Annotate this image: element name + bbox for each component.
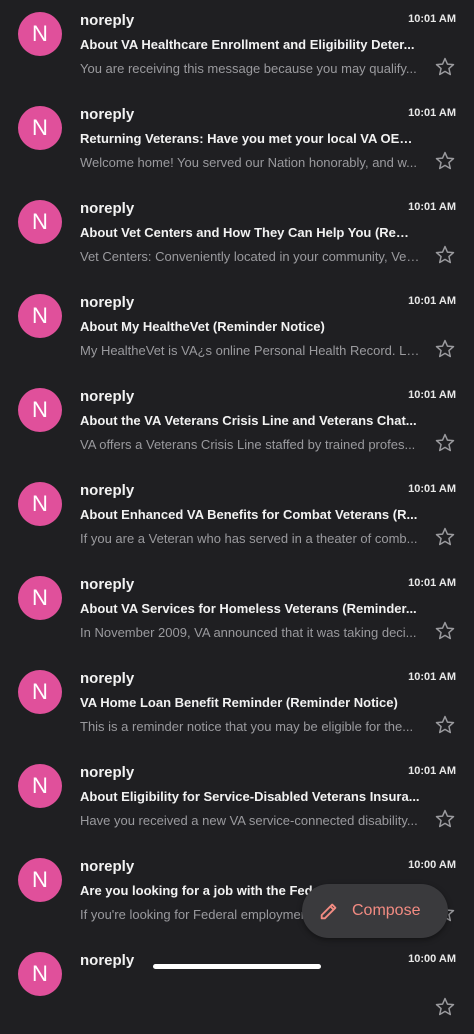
email-row[interactable]: Nnoreply 10:01 AM VA Home Loan Benefit Rem… xyxy=(0,658,474,752)
email-snippet: Welcome home! You served our Nation hono… xyxy=(80,155,417,170)
avatar[interactable]: N xyxy=(18,576,62,620)
star-outline-icon[interactable] xyxy=(434,432,456,454)
email-snippet: My HealtheVet is VA¿s online Personal He… xyxy=(80,343,420,358)
compose-label: Compose xyxy=(352,902,421,919)
star-outline-icon[interactable] xyxy=(434,620,456,642)
sender-name: noreply xyxy=(80,12,135,29)
email-time: 10:01 AM xyxy=(408,201,456,213)
avatar[interactable]: N xyxy=(18,388,62,432)
email-row[interactable]: Nnoreply 10:01 AM About Vet Centers and Ho… xyxy=(0,188,474,282)
email-snippet: In November 2009, VA announced that it w… xyxy=(80,625,417,640)
email-subject: About My HealtheVet (Reminder Notice) xyxy=(80,319,325,334)
email-row[interactable]: Nnoreply 10:01 AM About My HealtheVet (Rem… xyxy=(0,282,474,376)
email-subject: Returning Veterans: Have you met your lo… xyxy=(80,131,420,146)
email-snippet: You are receiving this message because y… xyxy=(80,61,417,76)
star-outline-icon[interactable] xyxy=(434,244,456,266)
email-snippet: Vet Centers: Conveniently located in you… xyxy=(80,249,420,264)
email-snippet: Have you received a new VA service-conne… xyxy=(80,813,418,828)
star-outline-icon[interactable] xyxy=(434,714,456,736)
avatar[interactable]: N xyxy=(18,106,62,150)
sender-name: noreply xyxy=(80,482,135,499)
avatar[interactable]: N xyxy=(18,952,62,996)
email-snippet: This is a reminder notice that you may b… xyxy=(80,719,414,734)
email-time: 10:01 AM xyxy=(408,13,456,25)
email-subject: About VA Healthcare Enrollment and Eligi… xyxy=(80,37,415,52)
sender-name: noreply xyxy=(80,764,135,781)
email-row[interactable]: Nnoreply 10:01 AM About Enhanced VA Benefi… xyxy=(0,470,474,564)
avatar[interactable]: N xyxy=(18,482,62,526)
sender-name: noreply xyxy=(80,106,135,123)
email-row[interactable]: Nnoreply 10:01 AM Returning Veterans: Have… xyxy=(0,94,474,188)
star-outline-icon[interactable] xyxy=(434,526,456,548)
star-outline-icon[interactable] xyxy=(434,808,456,830)
sender-name: noreply xyxy=(80,858,135,875)
avatar[interactable]: N xyxy=(18,294,62,338)
star-outline-icon[interactable] xyxy=(434,338,456,360)
sender-name: noreply xyxy=(80,294,135,311)
email-time: 10:01 AM xyxy=(408,577,456,589)
avatar[interactable]: N xyxy=(18,670,62,714)
sender-name: noreply xyxy=(80,388,135,405)
email-row[interactable]: Nnoreply 10:01 AM About VA Healthcare Enro… xyxy=(0,0,474,94)
pencil-icon xyxy=(318,900,340,922)
email-row[interactable]: Nnoreply 10:00 AM xyxy=(0,940,474,1034)
compose-button[interactable]: Compose xyxy=(302,884,448,938)
email-time: 10:01 AM xyxy=(408,671,456,683)
email-time: 10:01 AM xyxy=(408,389,456,401)
email-row[interactable]: Nnoreply 10:01 AM About VA Services for Ho… xyxy=(0,564,474,658)
home-indicator[interactable] xyxy=(153,964,321,969)
email-subject: About Enhanced VA Benefits for Combat Ve… xyxy=(80,507,418,522)
email-subject: VA Home Loan Benefit Reminder (Reminder … xyxy=(80,695,398,710)
email-time: 10:01 AM xyxy=(408,483,456,495)
email-row[interactable]: Nnoreply 10:01 AM About Eligibility for Se… xyxy=(0,752,474,846)
star-outline-icon[interactable] xyxy=(434,56,456,78)
email-subject: About VA Services for Homeless Veterans … xyxy=(80,601,417,616)
email-time: 10:01 AM xyxy=(408,295,456,307)
email-time: 10:01 AM xyxy=(408,765,456,777)
avatar[interactable]: N xyxy=(18,12,62,56)
email-snippet: If you are a Veteran who has served in a… xyxy=(80,531,418,546)
email-time: 10:00 AM xyxy=(408,953,456,965)
avatar[interactable]: N xyxy=(18,764,62,808)
sender-name: noreply xyxy=(80,952,135,969)
sender-name: noreply xyxy=(80,670,135,687)
email-subject: About the VA Veterans Crisis Line and Ve… xyxy=(80,413,417,428)
avatar[interactable]: N xyxy=(18,200,62,244)
email-snippet: VA offers a Veterans Crisis Line staffed… xyxy=(80,437,416,452)
email-subject: About Vet Centers and How They Can Help … xyxy=(80,225,420,240)
sender-name: noreply xyxy=(80,200,135,217)
sender-name: noreply xyxy=(80,576,135,593)
star-outline-icon[interactable] xyxy=(434,150,456,172)
email-row[interactable]: Nnoreply 10:01 AM About the VA Veterans Cr… xyxy=(0,376,474,470)
email-time: 10:01 AM xyxy=(408,107,456,119)
email-time: 10:00 AM xyxy=(408,859,456,871)
star-outline-icon[interactable] xyxy=(434,996,456,1018)
avatar[interactable]: N xyxy=(18,858,62,902)
email-subject: About Eligibility for Service-Disabled V… xyxy=(80,789,420,804)
